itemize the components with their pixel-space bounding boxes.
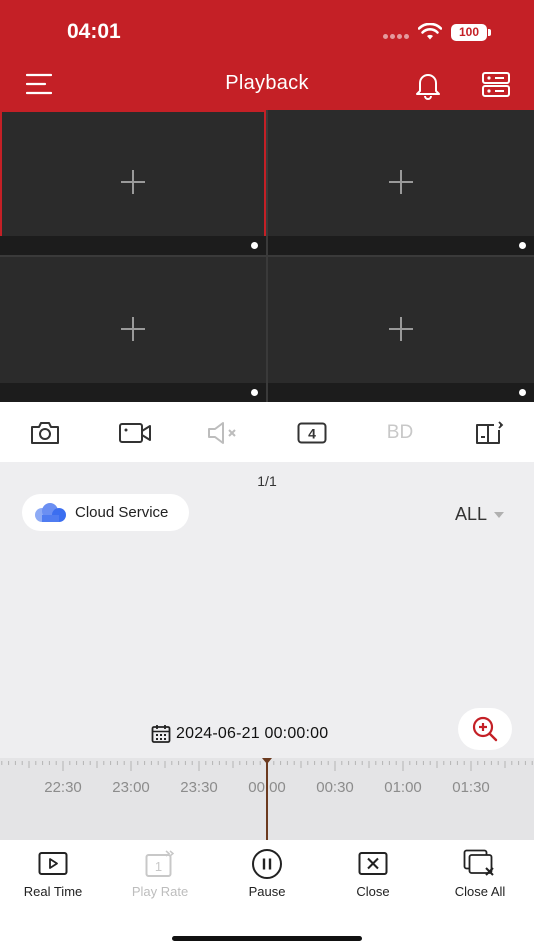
record-type-dropdown[interactable]: ALL [455, 504, 505, 525]
video-camera-icon [119, 423, 151, 443]
play-rate-button[interactable]: 1 Play Rate [115, 849, 205, 899]
close-all-label: Close All [454, 884, 506, 899]
record-type-value: ALL [455, 504, 488, 524]
real-time-label: Real Time [23, 884, 83, 899]
video-window-bar [0, 236, 266, 255]
status-dot [251, 389, 258, 396]
status-time: 04:01 [67, 20, 121, 43]
split-count-label: 4 [308, 426, 316, 442]
close-all-icon [463, 849, 494, 876]
video-window-3[interactable] [0, 257, 266, 402]
wifi-icon [418, 23, 442, 40]
status-dot [251, 242, 258, 249]
timeline-scrubber[interactable]: 22:30 23:00 23:30 00:00 00:30 01:00 01:3… [0, 758, 534, 840]
status-dot [519, 389, 526, 396]
timeline-label: 22:30 [44, 779, 82, 796]
signal-icon [383, 34, 411, 40]
cloud-icon [35, 502, 66, 522]
timeline-zoom-button[interactable] [458, 708, 512, 750]
window-split-button[interactable]: 4 [296, 417, 328, 449]
pause-icon [252, 849, 282, 879]
bd-label: BD [386, 422, 414, 443]
add-channel-icon[interactable] [386, 314, 416, 344]
play-rate-label: Play Rate [131, 884, 189, 899]
video-window-1[interactable] [0, 110, 266, 255]
chevron-down-icon [494, 511, 505, 518]
playback-toolbar: 4 BD [0, 402, 534, 462]
play-rate-icon: 1 [145, 850, 175, 877]
video-window-bar [0, 383, 266, 402]
video-window-2[interactable] [268, 110, 534, 255]
real-time-button[interactable]: Real Time [8, 849, 98, 899]
timeline-label: 00:30 [316, 779, 354, 796]
timeline-cursor[interactable] [266, 762, 268, 840]
app-header: 04:01 100 Playback [0, 0, 534, 110]
date-picker[interactable]: 2024-06-21 00:00:00 [151, 724, 328, 744]
screen-switch-icon [476, 421, 504, 444]
device-list-icon[interactable] [481, 71, 511, 99]
pause-button[interactable]: Pause [222, 849, 312, 899]
split-count-icon: 4 [297, 422, 327, 444]
cloud-service-button[interactable]: Cloud Service [22, 494, 189, 531]
timeline-label: 23:30 [180, 779, 218, 796]
close-all-button[interactable]: Close All [435, 849, 525, 899]
status-dot [519, 242, 526, 249]
bell-icon[interactable] [413, 70, 443, 100]
live-play-icon [38, 852, 68, 875]
close-label: Close [356, 884, 390, 899]
video-grid [0, 110, 534, 402]
record-button[interactable] [117, 417, 153, 449]
play-rate-value: 1 [155, 859, 162, 874]
bd-quality-button[interactable]: BD [380, 417, 420, 449]
timeline-label: 01:00 [384, 779, 422, 796]
bottom-action-bar: Real Time 1 Play Rate Pause Close Close … [0, 840, 534, 950]
add-channel-icon[interactable] [118, 167, 148, 197]
camera-icon [31, 422, 59, 444]
cloud-service-label: Cloud Service [75, 504, 169, 521]
speaker-mute-icon [208, 422, 236, 444]
zoom-in-icon [472, 716, 498, 742]
page-title: Playback [225, 72, 309, 94]
video-window-4[interactable] [268, 257, 534, 402]
add-channel-icon[interactable] [118, 314, 148, 344]
date-label: 2024-06-21 00:00:00 [176, 725, 329, 742]
add-channel-icon[interactable] [386, 167, 416, 197]
home-indicator [172, 936, 362, 941]
timeline-label: 23:00 [112, 779, 150, 796]
snapshot-button[interactable] [28, 417, 62, 449]
close-icon [358, 852, 388, 875]
video-window-bar [268, 236, 534, 255]
page-indicator: 1/1 [257, 473, 277, 489]
video-window-bar [268, 383, 534, 402]
close-button[interactable]: Close [328, 849, 418, 899]
calendar-icon [151, 725, 171, 743]
battery-icon: 100 [451, 24, 491, 41]
mute-button[interactable] [206, 417, 240, 449]
timeline-label: 01:30 [452, 779, 490, 796]
pause-label: Pause [248, 884, 286, 899]
stream-switch-button[interactable] [472, 417, 506, 449]
